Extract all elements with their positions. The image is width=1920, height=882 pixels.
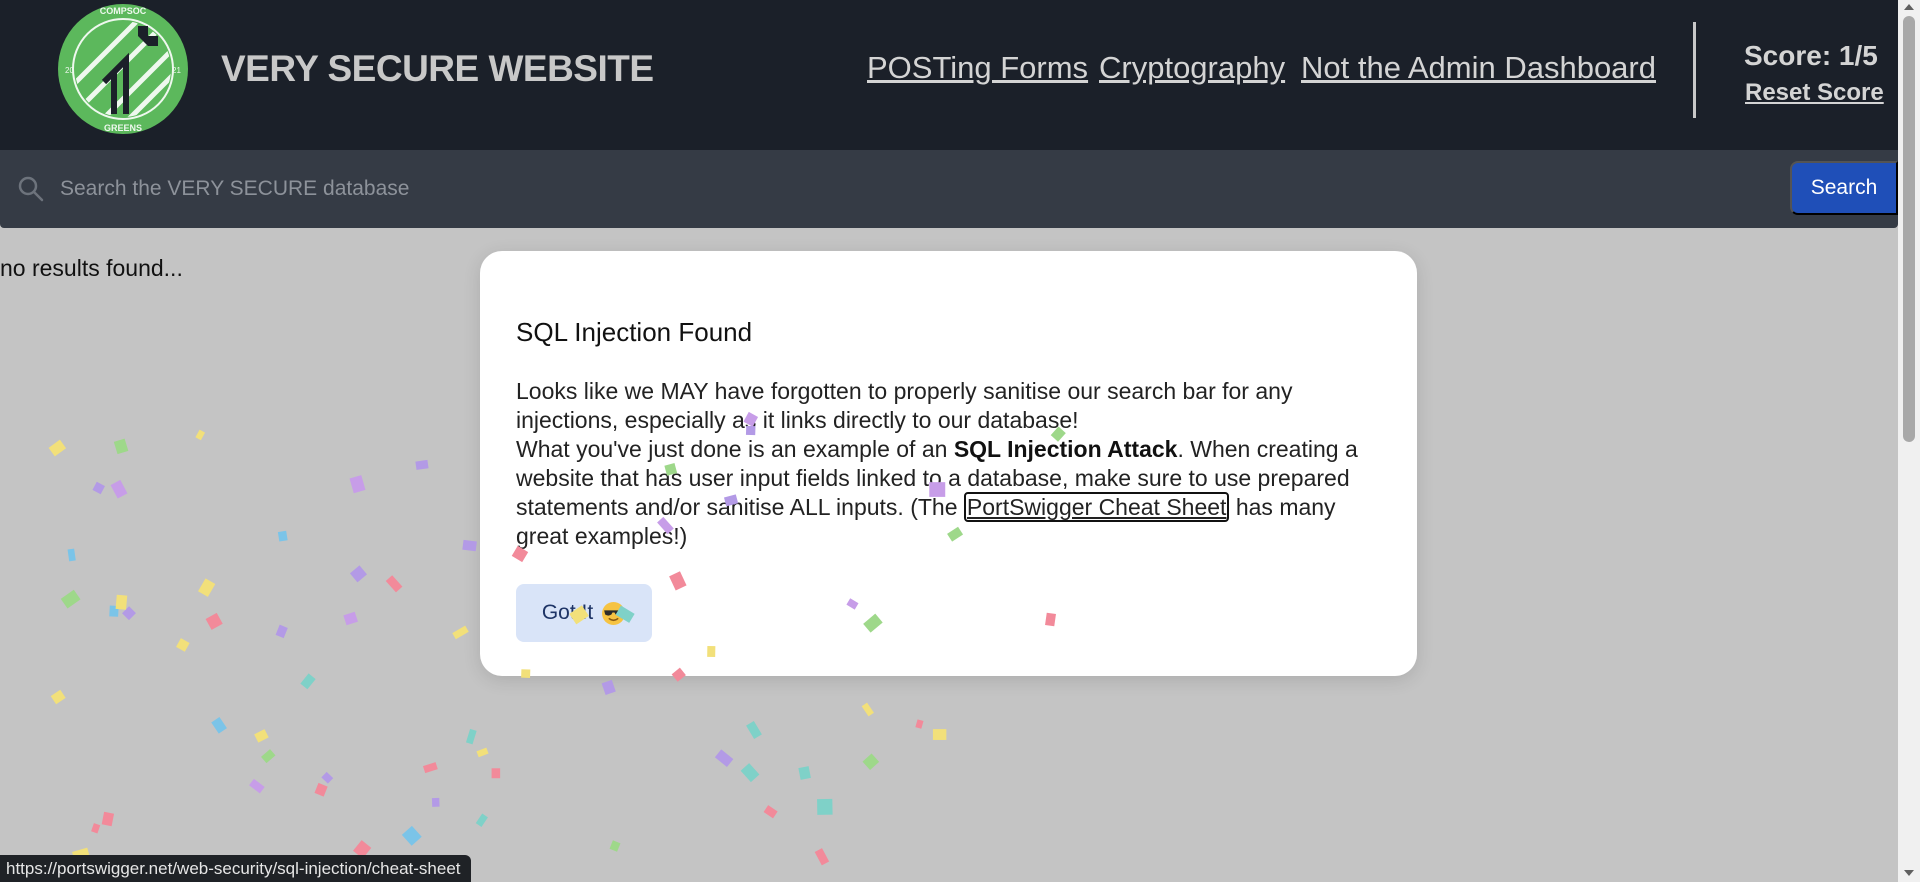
confetti-piece: [814, 848, 830, 866]
reset-score-link[interactable]: Reset Score: [1745, 79, 1884, 107]
confetti-piece: [300, 673, 316, 690]
confetti-piece: [254, 729, 269, 743]
confetti-piece: [314, 782, 328, 797]
confetti-piece: [113, 438, 129, 455]
confetti-piece: [465, 728, 477, 745]
confetti-piece: [122, 606, 136, 621]
modal-text-example: What you've just done is an example of a…: [516, 436, 954, 462]
confetti-piece: [343, 611, 358, 626]
confetti-piece: [205, 612, 223, 630]
modal-title: SQL Injection Found: [516, 317, 753, 347]
confetti-piece: [277, 530, 288, 542]
confetti-piece: [92, 481, 105, 495]
nav-link-admin-dashboard[interactable]: Not the Admin Dashboard: [1301, 50, 1656, 86]
score-display: Score: 1/5: [1744, 40, 1878, 71]
confetti-piece: [195, 429, 206, 441]
confetti-piece: [861, 702, 874, 717]
site-header: COMPSOC GREENS 20 21 VERY SECURE WEBSITE…: [0, 0, 1898, 150]
vertical-scrollbar[interactable]: [1898, 0, 1920, 882]
confetti-piece: [115, 594, 128, 610]
status-bar-url: https://portswigger.net/web-security/sql…: [0, 855, 471, 882]
got-it-label: Got It: [541, 601, 594, 624]
modal-text-bold: SQL Injection Attack: [953, 436, 1178, 462]
confetti-piece: [261, 749, 276, 764]
header-divider: [1693, 22, 1696, 118]
confetti-piece: [746, 720, 762, 739]
sql-injection-modal: SQL Injection Found Looks like we MAY ha…: [480, 251, 1417, 676]
confetti-piece: [714, 749, 734, 768]
search-button[interactable]: Search: [1790, 161, 1898, 215]
confetti-piece: [176, 638, 190, 652]
confetti-piece: [110, 479, 128, 499]
confetti-piece: [198, 578, 216, 597]
confetti-piece: [109, 605, 119, 617]
confetti-piece: [475, 813, 488, 827]
nav-link-posting-forms[interactable]: POSTing Forms: [867, 50, 1088, 86]
modal-body: Looks like we MAY have forgotten to prop…: [516, 377, 1386, 551]
sunglasses-emoji-icon: [602, 601, 626, 625]
confetti-piece: [349, 475, 366, 494]
confetti-piece: [763, 805, 778, 819]
confetti-piece: [385, 575, 403, 593]
confetti-piece: [415, 459, 429, 470]
confetti-piece: [431, 797, 440, 807]
svg-text:GREENS: GREENS: [104, 123, 142, 133]
svg-text:20: 20: [65, 66, 74, 75]
search-bar: Search: [0, 150, 1898, 228]
confetti-piece: [401, 825, 422, 846]
confetti-piece: [60, 589, 81, 609]
confetti-piece: [249, 778, 265, 794]
confetti-piece: [609, 840, 621, 852]
no-results-message: no results found...: [0, 255, 183, 281]
confetti-piece: [452, 625, 469, 640]
portswigger-cheat-sheet-link[interactable]: PortSwigger Cheat Sheet: [963, 492, 1230, 522]
confetti-piece: [798, 766, 811, 780]
svg-text:21: 21: [172, 66, 181, 75]
confetti-piece: [91, 823, 101, 834]
confetti-piece: [601, 679, 616, 696]
confetti-piece: [932, 729, 947, 740]
confetti-piece: [67, 548, 76, 562]
confetti-piece: [476, 747, 489, 758]
scroll-up-arrow-icon[interactable]: [1904, 4, 1914, 10]
confetti-piece: [915, 719, 924, 729]
confetti-piece: [48, 439, 67, 457]
search-input[interactable]: [60, 168, 1760, 210]
confetti-piece: [817, 798, 833, 815]
confetti-piece: [740, 763, 760, 783]
confetti-piece: [275, 624, 288, 639]
confetti-piece: [321, 771, 334, 784]
modal-text-intro: Looks like we MAY have forgotten to prop…: [516, 378, 1293, 433]
site-title: VERY SECURE WEBSITE: [221, 48, 654, 89]
confetti-piece: [50, 689, 66, 705]
search-icon: [18, 176, 44, 202]
scrollbar-thumb[interactable]: [1903, 16, 1915, 442]
confetti-piece: [422, 762, 438, 774]
compsoc-greens-logo[interactable]: COMPSOC GREENS 20 21: [56, 2, 190, 136]
confetti-piece: [462, 539, 477, 552]
svg-text:COMPSOC: COMPSOC: [100, 6, 147, 16]
confetti-piece: [101, 811, 115, 827]
confetti-piece: [349, 565, 367, 583]
confetti-piece: [862, 753, 880, 771]
got-it-button[interactable]: Got It: [516, 584, 652, 642]
confetti-piece: [491, 768, 501, 779]
scroll-down-arrow-icon[interactable]: [1904, 870, 1914, 876]
nav-link-cryptography[interactable]: Cryptography: [1099, 50, 1285, 86]
confetti-piece: [211, 716, 227, 734]
